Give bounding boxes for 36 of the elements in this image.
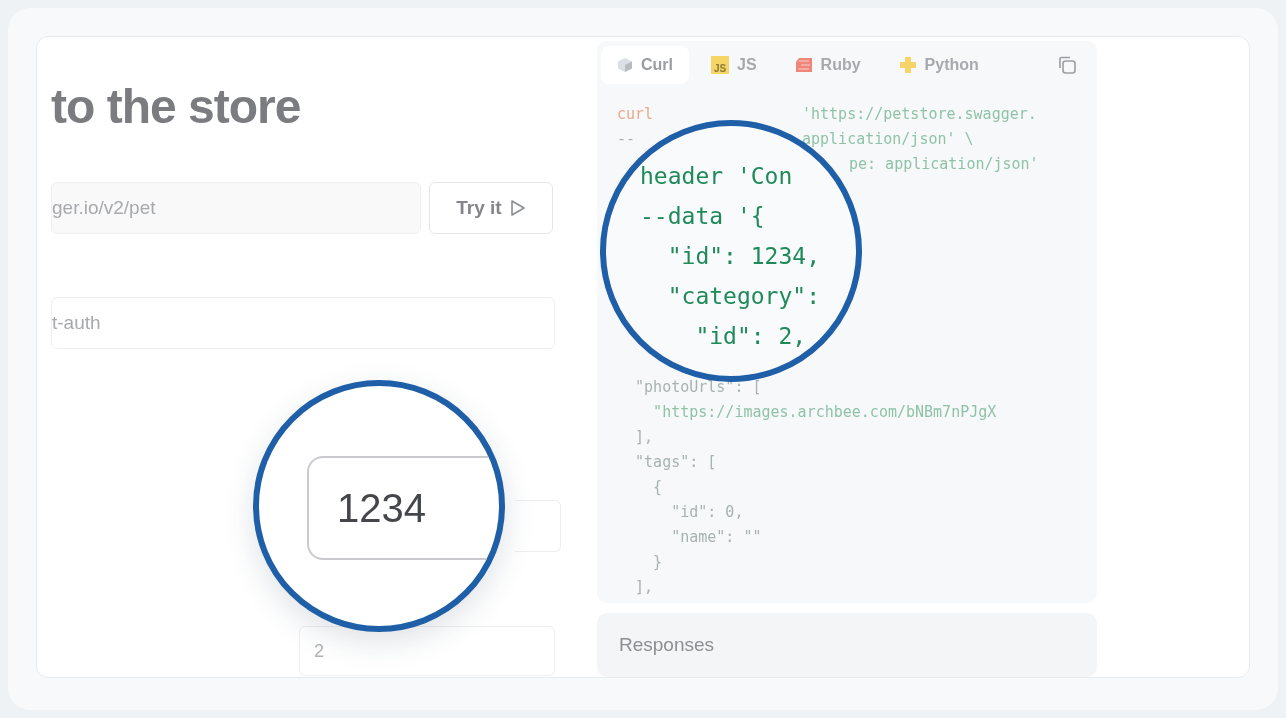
code-text: "id": 0,: [670, 502, 744, 521]
auth-field[interactable]: t-auth: [51, 297, 555, 349]
code-text: curl: [617, 104, 655, 123]
code-text: ],: [634, 427, 654, 446]
code-text: "tags": [: [634, 452, 717, 471]
code-text: application/json' \: [802, 129, 974, 148]
code-text: "id": 1234,: [666, 242, 820, 271]
language-tab[interactable]: Curl: [601, 46, 689, 84]
code-text: }: [652, 552, 663, 571]
code-text: "id": 2,: [694, 322, 807, 351]
input-field[interactable]: [515, 500, 561, 552]
code-text: "https://images.archbee.com/bNBm7nPJgX: [652, 402, 997, 421]
language-tab[interactable]: Ruby: [778, 46, 877, 84]
code-text: 'https://petstore.swagger.: [802, 104, 1037, 123]
code-text: --: [617, 129, 637, 148]
code-text: --data '{: [640, 202, 765, 231]
gem-icon: [794, 57, 813, 73]
number-field[interactable]: 2: [299, 626, 555, 676]
play-icon: [509, 199, 526, 217]
language-tab[interactable]: JS JS: [695, 46, 773, 84]
language-tab[interactable]: Python: [882, 46, 995, 84]
copy-icon[interactable]: [1057, 55, 1077, 75]
responses-title: Responses: [619, 634, 715, 656]
code-text: "name": "": [670, 527, 762, 546]
try-it-button[interactable]: Try it: [429, 182, 553, 234]
code-text: "photoUrls": [: [634, 377, 762, 396]
code-text: ],: [634, 577, 654, 596]
python-icon: [898, 56, 917, 74]
js-icon: JS: [711, 56, 729, 74]
code-text: pe: application/json': [849, 154, 1039, 173]
url-field[interactable]: ger.io/v2/pet: [51, 182, 421, 234]
code-text: {: [652, 477, 663, 496]
cube-icon: [617, 57, 633, 73]
code-text: header 'Con: [640, 162, 793, 191]
code-text: "category":: [666, 282, 820, 311]
page-heading: to the store: [51, 79, 302, 134]
